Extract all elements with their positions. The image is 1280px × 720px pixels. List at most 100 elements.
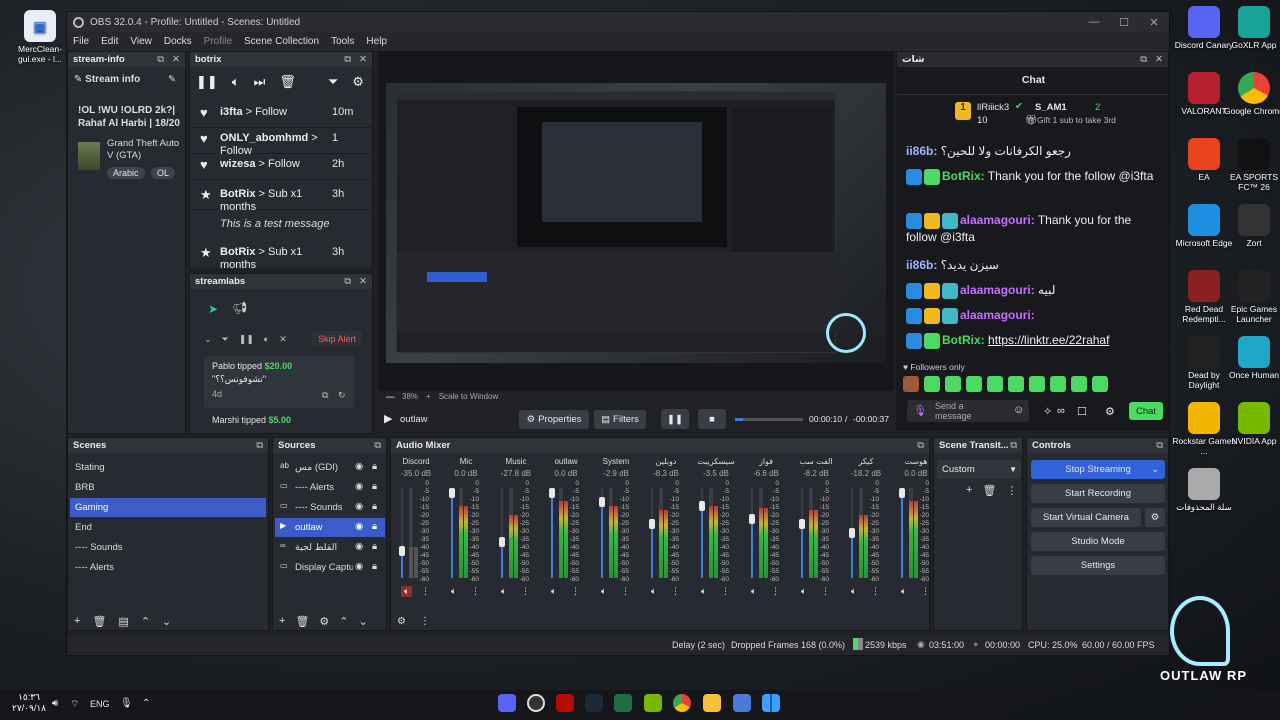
start-virtual-camera-button[interactable]: Start Virtual Camera [1031, 508, 1141, 527]
virtual-camera-settings-button[interactable]: ⚙︎ [1145, 508, 1165, 527]
filter-icon[interactable]: ▤ [118, 615, 128, 628]
close-icon[interactable]: ✕ [172, 54, 180, 65]
more-icon[interactable]: ⋮ [771, 586, 780, 597]
float-icon[interactable]: ⧉ [374, 440, 381, 451]
source-item[interactable]: ▭ Display Captu ◉ 🔒︎ [275, 558, 385, 577]
properties-button[interactable]: ⚙︎ Properties [519, 410, 589, 429]
close-icon[interactable]: ✕ [1139, 16, 1169, 29]
float-icon[interactable]: ⧉ [157, 54, 164, 65]
trash-icon[interactable]: 🗑︎ [92, 615, 106, 628]
skip-icon[interactable]: ⏭︎ [254, 74, 266, 90]
chat-input[interactable]: 🎙︎ Send a message ☺ [907, 400, 1029, 422]
studio-mode-button[interactable]: Studio Mode [1031, 532, 1165, 551]
float-icon[interactable]: ⧉ [344, 54, 351, 65]
chat-message[interactable]: alaamagouri: [906, 307, 1161, 324]
chat-username[interactable]: alaamagouri: [960, 283, 1035, 297]
speaker-icon[interactable]: 🔈︎ [264, 334, 269, 345]
move-down-icon[interactable]: ⌄ [162, 615, 171, 628]
steam-taskbar-icon[interactable] [585, 694, 603, 712]
more-icon[interactable]: ⋮ [521, 586, 530, 597]
skip-alert-button[interactable]: Skip Alert [312, 331, 362, 346]
eye-icon[interactable]: ◉ [355, 461, 363, 472]
more-icon[interactable]: ⋮ [921, 586, 929, 597]
alert-card[interactable]: Pablo tipped $20.00 "تشوفونس؟؟" 4d ⧉ ↻ [204, 356, 354, 408]
filter-icon[interactable]: ⏷ [222, 334, 229, 345]
filter-icon[interactable]: ⏷ [328, 74, 338, 90]
close-icon[interactable]: ✕ [1155, 54, 1163, 65]
float-icon[interactable]: ⧉ [1156, 440, 1163, 451]
scale-mode[interactable]: Scale to Window [439, 392, 499, 401]
volume-knob[interactable] [899, 488, 905, 498]
scene-item[interactable]: End [70, 518, 266, 537]
menu-tools[interactable]: Tools [331, 36, 354, 47]
speaker-icon[interactable]: 🔈︎ [901, 586, 906, 597]
botrix-event[interactable]: ♥ wizesa > Follow 2h [190, 156, 372, 180]
lock-icon[interactable]: 🔒︎ [372, 481, 377, 492]
speaker-icon[interactable]: 🔈︎ [601, 586, 606, 597]
muted-speaker-icon[interactable]: 🔈︎ [401, 586, 413, 597]
float-icon[interactable]: ⧉ [256, 440, 263, 451]
volume-knob[interactable] [599, 497, 605, 507]
trash-icon[interactable]: 🗑︎ [982, 484, 996, 497]
taskbar-clock[interactable]: ١٥:٣٦ ٢٧/٠٩/١٨ [12, 692, 46, 714]
desktop-icon-right-6[interactable]: NVIDIA App [1222, 402, 1280, 447]
play-icon[interactable]: ▶ [384, 412, 392, 425]
lock-icon[interactable]: 🔒︎ [372, 521, 377, 532]
more-icon[interactable]: ⋮ [421, 586, 430, 597]
copy-icon[interactable]: ⧉ [322, 390, 328, 401]
gear-icon[interactable]: ⚙︎ [352, 74, 364, 90]
scene-item[interactable]: Stating [70, 458, 266, 477]
more-icon[interactable]: ⋮ [671, 586, 680, 597]
start-recording-button[interactable]: Start Recording [1031, 484, 1165, 503]
volume-knob[interactable] [799, 519, 805, 529]
move-up-icon[interactable]: ⌃ [339, 615, 348, 628]
chat-username[interactable]: BotRix: [942, 169, 985, 183]
botrix-event[interactable]: ★ BotRix > Sub x1 months 3h [190, 244, 372, 269]
zoom-out-icon[interactable]: — [386, 392, 394, 401]
volume-knob[interactable] [399, 546, 405, 556]
glasses-icon[interactable]: ∞ [1057, 405, 1065, 417]
menu-view[interactable]: View [130, 36, 152, 47]
speaker-icon[interactable]: 🔈︎ [851, 586, 856, 597]
minimize-icon[interactable]: — [1079, 16, 1109, 29]
mute-icon[interactable]: ✕ [279, 334, 287, 345]
more-icon[interactable]: ⋮ [871, 586, 880, 597]
speaker-icon[interactable]: 🔈︎ [651, 586, 656, 597]
excel-taskbar-icon[interactable] [614, 694, 632, 712]
desktop-icon-right-0[interactable]: GoXLR App [1222, 6, 1280, 51]
chat-username[interactable]: ii86b: [906, 258, 937, 272]
speaker-icon[interactable]: 🔈︎ [451, 586, 456, 597]
chat-message[interactable]: BotRix: https://linktr.ee/22rahaf [906, 332, 1161, 349]
pause-icon[interactable]: ❚❚ [239, 334, 254, 345]
more-icon[interactable]: ⋮ [471, 586, 480, 597]
chat-username[interactable]: alaamagouri: [960, 308, 1035, 322]
volume-icon[interactable]: 🔊︎ [52, 698, 58, 709]
menu-help[interactable]: Help [366, 36, 387, 47]
desktop-icon-right-1[interactable]: Google Chrome [1222, 72, 1280, 117]
volume-knob[interactable] [749, 514, 755, 524]
more-icon[interactable]: ⋮ [571, 586, 580, 597]
eye-icon[interactable]: ◉ [355, 521, 363, 532]
mixer-settings-icon[interactable]: ⚙︎ [397, 616, 406, 627]
obs-taskbar-icon[interactable] [527, 694, 545, 712]
volume-knob[interactable] [849, 528, 855, 538]
speaker-icon[interactable]: 🔈︎ [551, 586, 556, 597]
adobe-taskbar-icon[interactable] [556, 694, 574, 712]
scene-item[interactable]: ---- Alerts [70, 558, 266, 577]
chevron-down-icon[interactable]: ⌄ [204, 334, 212, 345]
chat-message[interactable]: BotRix: Thank you for the follow @i3fta [906, 168, 1161, 185]
more-icon[interactable]: ⋮ [1006, 484, 1017, 497]
desktop-icon-mercclean[interactable]: ▣ MercClean-gui.exe - l... [8, 10, 72, 65]
more-icon[interactable]: ⋮ [721, 586, 730, 597]
filters-button[interactable]: ▤ Filters [594, 410, 646, 429]
mic-icon[interactable]: 🎙︎ [913, 404, 927, 417]
source-item[interactable]: ▭ ---- Sounds ◉ 🔒︎ [275, 498, 385, 517]
speaker-icon[interactable]: 🔈︎ [751, 586, 756, 597]
desktop-icon-right-2[interactable]: EA SPORTS FC™ 26 [1222, 138, 1280, 193]
menu-file[interactable]: File [73, 36, 89, 47]
add-icon[interactable]: + [74, 615, 80, 628]
sticker-icon[interactable]: ☐ [1077, 405, 1087, 418]
lock-icon[interactable]: 🔒︎ [372, 541, 377, 552]
source-item[interactable]: ab مس (GDI) ◉ 🔒︎ [275, 458, 385, 477]
preview-area[interactable]: — [378, 51, 894, 402]
